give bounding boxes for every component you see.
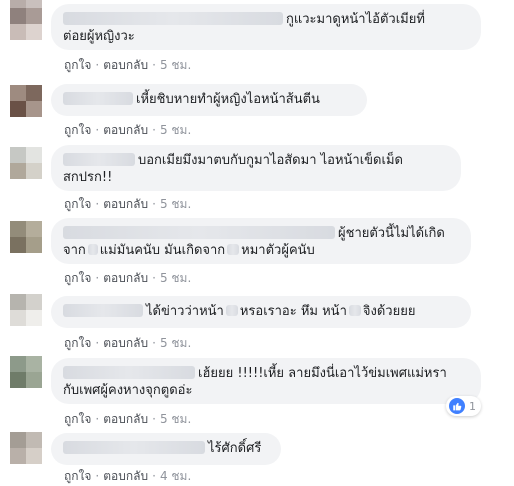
comment-actions: ถูกใจ · ตอบกลับ · 5 ชม. bbox=[64, 121, 191, 140]
avatar[interactable] bbox=[10, 8, 42, 40]
thumbs-up-glyph bbox=[453, 402, 462, 411]
comment-text: บอกเมียมึงมาตบกับกูมาไอสัดมา ไอหน้าเข็ดเ… bbox=[63, 152, 403, 169]
like-link[interactable]: ถูกใจ bbox=[64, 412, 91, 426]
avatar[interactable] bbox=[10, 432, 42, 464]
like-link[interactable]: ถูกใจ bbox=[64, 469, 91, 483]
avatar-partial bbox=[10, 0, 42, 8]
redacted-name[interactable] bbox=[63, 304, 143, 317]
avatar[interactable] bbox=[10, 356, 42, 388]
like-link[interactable]: ถูกใจ bbox=[64, 271, 91, 285]
comment-line: ผู้ชายตัวนี้ไม่ได้เกิด bbox=[338, 226, 445, 241]
timestamp[interactable]: 5 ชม. bbox=[160, 58, 191, 72]
comment-bubble: ได้ข่าวว่าหน้า หรอเราอะ หึม หน้า จิงด้วยยย bbox=[51, 296, 471, 328]
redacted-text bbox=[225, 305, 238, 316]
comment-line: ต่อยผู้หญิงวะ bbox=[63, 29, 135, 44]
comment-bubble: เฮ้ยยย !!!!!เหี้ย ลายมึงนี่เอาไว้ข่มเพศแ… bbox=[51, 358, 481, 404]
like-link[interactable]: ถูกใจ bbox=[64, 336, 91, 350]
timestamp[interactable]: 5 ชม. bbox=[160, 271, 191, 285]
redacted-name[interactable] bbox=[63, 12, 283, 25]
avatar[interactable] bbox=[10, 85, 42, 117]
redacted-text bbox=[227, 244, 240, 255]
reply-link[interactable]: ตอบกลับ bbox=[103, 123, 148, 137]
redacted-name[interactable] bbox=[63, 92, 133, 105]
comment-line: ได้ข่าวว่าหน้า bbox=[146, 304, 224, 319]
comment-line: สกปรก!! bbox=[63, 170, 113, 185]
avatar[interactable] bbox=[10, 294, 42, 326]
comment-text: ไร้ศักดิ์ศรี bbox=[63, 440, 261, 457]
reply-link[interactable]: ตอบกลับ bbox=[103, 469, 148, 483]
comment-line: หมาตัวผู้คนับ bbox=[241, 243, 315, 258]
reaction-count: 1 bbox=[469, 399, 476, 413]
comment-actions: ถูกใจ · ตอบกลับ · 5 ชม. bbox=[64, 195, 191, 214]
separator: · bbox=[95, 469, 100, 483]
reply-link[interactable]: ตอบกลับ bbox=[103, 58, 148, 72]
comment-line: แม่มันคนับ มันเกิดจาก bbox=[99, 243, 226, 258]
redacted-text bbox=[348, 305, 361, 316]
reply-link[interactable]: ตอบกลับ bbox=[103, 412, 148, 426]
separator: · bbox=[95, 197, 100, 211]
timestamp[interactable]: 4 ชม. bbox=[160, 469, 191, 483]
comment-actions: ถูกใจ · ตอบกลับ · 5 ชม. bbox=[64, 410, 191, 429]
comment-text: จาก แม่มันคนับ มันเกิดจาก หมาตัวผู้คนับ bbox=[63, 242, 315, 259]
comment-bubble: กูแวะมาดูหน้าไอ้ตัวเมียที่ ต่อยผู้หญิงวะ bbox=[51, 4, 481, 50]
comment-text: กูแวะมาดูหน้าไอ้ตัวเมียที่ bbox=[63, 11, 425, 28]
reaction-badge[interactable]: 1 bbox=[446, 396, 481, 416]
comment-actions: ถูกใจ · ตอบกลับ · 4 ชม. bbox=[64, 467, 191, 486]
like-link[interactable]: ถูกใจ bbox=[64, 197, 91, 211]
timestamp[interactable]: 5 ชม. bbox=[160, 197, 191, 211]
separator: · bbox=[152, 123, 156, 137]
comment-line: ไร้ศักดิ์ศรี bbox=[208, 441, 262, 456]
like-link[interactable]: ถูกใจ bbox=[64, 123, 91, 137]
comment-line: บอกเมียมึงมาตบกับกูมาไอสัดมา ไอหน้าเข็ดเ… bbox=[138, 153, 403, 168]
separator: · bbox=[95, 336, 100, 350]
comment-text: เฮ้ยยย !!!!!เหี้ย ลายมึงนี่เอาไว้ข่มเพศแ… bbox=[63, 365, 447, 382]
comment-bubble: ไร้ศักดิ์ศรี bbox=[51, 433, 281, 465]
comment-bubble: ผู้ชายตัวนี้ไม่ได้เกิด จาก แม่มันคนับ มัน… bbox=[51, 218, 471, 264]
comment-line: เหี้ยชิบหายทำผู้หญิงไอหน้าส้นตีน bbox=[136, 92, 320, 107]
separator: · bbox=[95, 271, 100, 285]
comment-text: เหี้ยชิบหายทำผู้หญิงไอหน้าส้นตีน bbox=[63, 91, 320, 108]
timestamp[interactable]: 5 ชม. bbox=[160, 336, 191, 350]
comment-line: จาก bbox=[63, 243, 86, 258]
like-link[interactable]: ถูกใจ bbox=[64, 58, 91, 72]
comment-line: จิงด้วยยย bbox=[362, 304, 416, 319]
reply-link[interactable]: ตอบกลับ bbox=[103, 271, 148, 285]
redacted-name[interactable] bbox=[63, 441, 205, 454]
separator: · bbox=[152, 58, 156, 72]
timestamp[interactable]: 5 ชม. bbox=[160, 412, 191, 426]
comment-line: กูแวะมาดูหน้าไอ้ตัวเมียที่ bbox=[286, 12, 425, 27]
comment-bubble: บอกเมียมึงมาตบกับกูมาไอสัดมา ไอหน้าเข็ดเ… bbox=[51, 145, 461, 191]
like-icon bbox=[449, 398, 465, 414]
comment-actions: ถูกใจ · ตอบกลับ · 5 ชม. bbox=[64, 56, 191, 75]
timestamp[interactable]: 5 ชม. bbox=[160, 123, 191, 137]
separator: · bbox=[152, 469, 156, 483]
comment-line: เฮ้ยยย !!!!!เหี้ย ลายมึงนี่เอาไว้ข่มเพศแ… bbox=[198, 366, 447, 381]
comment-actions: ถูกใจ · ตอบกลับ · 5 ชม. bbox=[64, 269, 191, 288]
reply-link[interactable]: ตอบกลับ bbox=[103, 336, 148, 350]
separator: · bbox=[152, 412, 156, 426]
redacted-text bbox=[87, 244, 98, 255]
avatar[interactable] bbox=[10, 221, 42, 253]
separator: · bbox=[152, 336, 156, 350]
separator: · bbox=[95, 58, 100, 72]
separator: · bbox=[152, 271, 156, 285]
separator: · bbox=[152, 197, 156, 211]
comment-text: ได้ข่าวว่าหน้า หรอเราอะ หึม หน้า จิงด้วยยย bbox=[63, 303, 415, 320]
redacted-name[interactable] bbox=[63, 226, 335, 239]
comment-bubble: เหี้ยชิบหายทำผู้หญิงไอหน้าส้นตีน bbox=[51, 84, 367, 116]
separator: · bbox=[95, 412, 100, 426]
comment-actions: ถูกใจ · ตอบกลับ · 5 ชม. bbox=[64, 334, 191, 353]
comment-line: หรอเราอะ หึม หน้า bbox=[239, 304, 347, 319]
redacted-name[interactable] bbox=[63, 366, 195, 379]
separator: · bbox=[95, 123, 100, 137]
redacted-name[interactable] bbox=[63, 153, 135, 166]
avatar[interactable] bbox=[10, 147, 42, 179]
reply-link[interactable]: ตอบกลับ bbox=[103, 197, 148, 211]
comment-line: กับเพศผู้คงหางจุกตูดอ่ะ bbox=[63, 383, 193, 398]
comment-text: ผู้ชายตัวนี้ไม่ได้เกิด bbox=[63, 225, 445, 242]
